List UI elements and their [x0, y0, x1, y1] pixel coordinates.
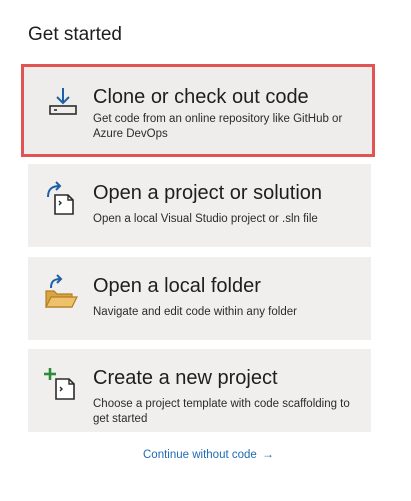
continue-without-code-link[interactable]: Continue without code →: [143, 447, 274, 461]
open-project-card[interactable]: Open a project or solution Open a local …: [28, 164, 371, 247]
open-folder-icon: [43, 274, 79, 310]
create-project-card[interactable]: Create a new project Choose a project te…: [28, 349, 371, 432]
open-project-description: Open a local Visual Studio project or .s…: [93, 213, 318, 225]
clone-repository-title: Clone or check out code: [93, 86, 309, 108]
clone-repository-card[interactable]: Clone or check out code Get code from an…: [21, 64, 375, 157]
open-folder-description: Navigate and edit code within any folder: [93, 306, 297, 318]
continue-without-code-label: Continue without code: [143, 449, 257, 461]
download-clone-icon: [45, 84, 81, 120]
open-folder-title: Open a local folder: [93, 275, 261, 297]
clone-repository-description: Get code from an online repository like …: [93, 113, 343, 140]
page-title: Get started: [28, 24, 122, 45]
open-project-title: Open a project or solution: [93, 182, 323, 204]
create-project-title: Create a new project: [93, 367, 278, 389]
open-project-icon: [43, 181, 79, 217]
arrow-right-icon: →: [262, 447, 275, 461]
open-folder-card[interactable]: Open a local folder Navigate and edit co…: [28, 257, 371, 340]
create-project-description: Choose a project template with code scaf…: [93, 398, 350, 425]
new-project-icon: [43, 366, 79, 402]
